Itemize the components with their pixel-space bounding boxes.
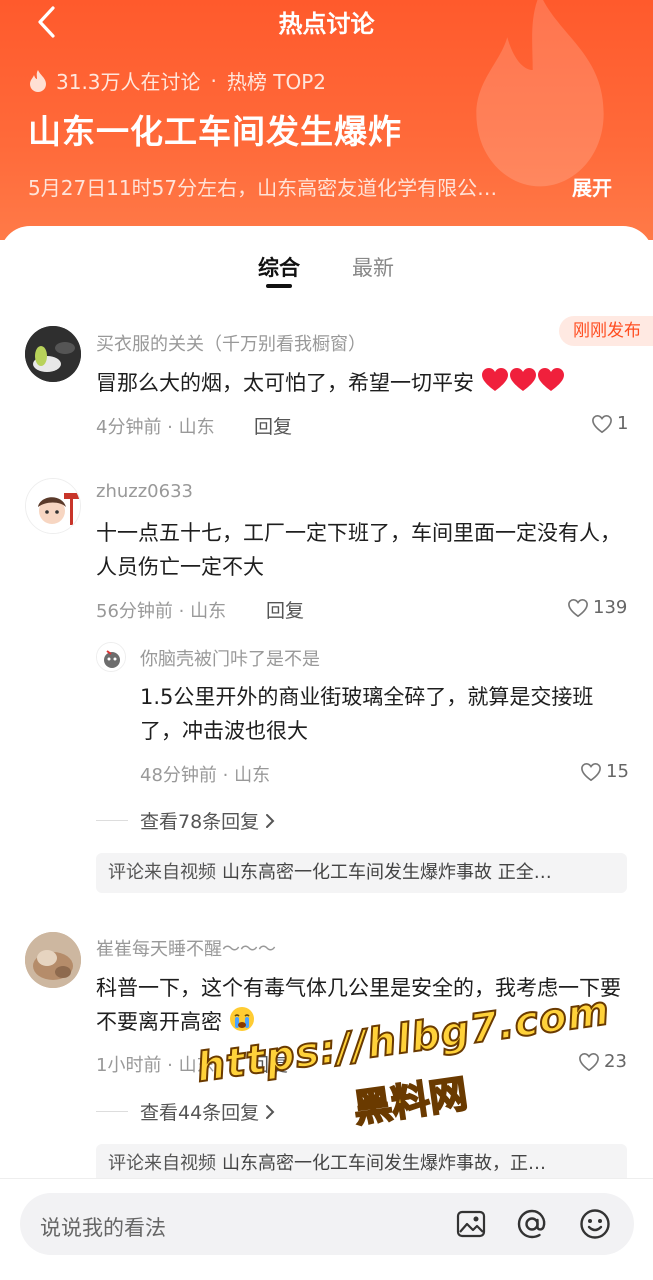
emoji-icon — [580, 1209, 610, 1239]
fire-icon — [30, 69, 46, 92]
divider-line — [96, 820, 128, 821]
like-button[interactable]: 15 — [580, 761, 629, 782]
view-replies-button[interactable]: 查看78条回复 — [96, 807, 275, 834]
comment-text: 冒那么大的烟，太可怕了，希望一切平安 — [96, 371, 474, 395]
like-count: 139 — [593, 597, 628, 618]
topic-meta: 31.3万人在讨论 · 热榜 TOP2 — [28, 66, 326, 95]
divider-line — [96, 1111, 128, 1112]
comment-time: 4分钟前 · 山东 — [96, 417, 215, 438]
topic-title: 山东一化工车间发生爆炸 — [28, 112, 402, 151]
mention-button[interactable] — [515, 1207, 549, 1241]
avatar[interactable] — [25, 478, 81, 534]
comment-content: 科普一下，这个有毒气体几公里是安全的，我考虑一下要不要离开高密 — [96, 971, 626, 1039]
reply-time: 48分钟前 · 山东 — [140, 765, 271, 786]
red-heart-icon — [481, 368, 565, 395]
comment-text: 科普一下，这个有毒气体几公里是安全的，我考虑一下要不要离开高密 — [96, 976, 621, 1034]
comment-username[interactable]: zhuzz0633 — [96, 481, 193, 502]
avatar-image — [25, 326, 81, 382]
comment-input[interactable]: 说说我的看法 — [20, 1193, 634, 1255]
just-posted-badge: 刚刚发布 — [559, 316, 653, 346]
source-text: 山东高密一化工车间发生爆炸事故 正全… — [222, 862, 552, 883]
comment-time: 1小时前 · 山东 — [96, 1055, 215, 1076]
nav-title: 热点讨论 — [278, 10, 375, 38]
reply-username[interactable]: 你脑壳被门咔了是不是 — [140, 645, 320, 671]
avatar[interactable] — [96, 642, 126, 672]
like-button[interactable]: 1 — [591, 413, 628, 434]
comment-username[interactable]: 崔崔每天睡不醒～～～ — [96, 935, 276, 961]
tab-latest[interactable]: 最新 — [352, 252, 394, 282]
comment-time: 56分钟前 · 山东 — [96, 601, 227, 622]
reply-button[interactable]: 回复 — [266, 596, 304, 623]
image-icon — [456, 1210, 486, 1238]
like-button[interactable]: 23 — [578, 1051, 627, 1072]
reply-button[interactable]: 回复 — [254, 412, 292, 439]
like-count: 15 — [606, 761, 629, 782]
source-text: 山东高密一化工车间发生爆炸事故，正… — [222, 1153, 546, 1174]
view-replies-button[interactable]: 查看44条回复 — [96, 1098, 275, 1125]
meta-separator: · — [210, 68, 217, 93]
view-replies-label: 查看78条回复 — [140, 811, 260, 833]
image-button[interactable] — [454, 1207, 488, 1241]
reply-content: 1.5公里开外的商业街玻璃全碎了，就算是交接班了，冲击波也很大 — [140, 685, 594, 743]
comment-input-placeholder: 说说我的看法 — [40, 1216, 166, 1240]
avatar[interactable] — [25, 932, 81, 988]
avatar-image — [26, 479, 80, 533]
view-replies-label: 查看44条回复 — [140, 1102, 260, 1124]
emoji-button[interactable] — [578, 1207, 612, 1241]
avatar[interactable] — [25, 326, 81, 382]
like-count: 1 — [617, 413, 629, 434]
topic-description: 5月27日11时57分左右，山东高密友道化学有限公… 展开 — [28, 172, 628, 201]
comment-content: 冒那么大的烟，太可怕了，希望一切平安 — [96, 366, 636, 400]
chevron-right-icon — [266, 813, 275, 828]
like-button[interactable]: 139 — [567, 597, 627, 618]
heart-outline-icon — [579, 1052, 599, 1071]
crying-face-icon — [229, 1007, 255, 1034]
chevron-right-icon — [266, 1104, 275, 1119]
comment-username[interactable]: 买衣服的关关（千万别看我橱窗） — [96, 330, 366, 356]
description-text: 5月27日11时57分左右，山东高密友道化学有限公… — [28, 176, 498, 200]
heart-outline-icon — [592, 414, 612, 433]
heart-outline-icon — [568, 598, 588, 617]
like-count: 23 — [604, 1051, 627, 1072]
avatar-image — [25, 932, 81, 988]
heart-outline-icon — [581, 762, 601, 781]
topic-header: 热点讨论 31.3万人在讨论 · 热榜 TOP2 山东一化工车间发生爆炸 5月2… — [0, 0, 653, 240]
hot-rank: 热榜 TOP2 — [226, 70, 326, 94]
tab-indicator — [266, 284, 292, 288]
participants-count: 31.3万人在讨论 — [56, 70, 201, 94]
comment-composer-bar: 说说我的看法 — [0, 1178, 653, 1280]
tab-comprehensive[interactable]: 综合 — [258, 252, 300, 282]
expand-button[interactable]: 展开 — [572, 176, 612, 200]
video-source-link[interactable]: 评论来自视频 山东高密一化工车间发生爆炸事故 正全… — [96, 853, 627, 893]
at-icon — [517, 1209, 546, 1239]
reply-button[interactable]: 回复 — [250, 1050, 288, 1077]
comment-tabs: 综合 最新 — [0, 252, 653, 292]
source-label: 评论来自视频 — [108, 1153, 216, 1174]
source-label: 评论来自视频 — [108, 862, 216, 883]
comment-content: 十一点五十七，工厂一定下班了，车间里面一定没有人，人员伤亡一定不大 — [96, 521, 621, 579]
